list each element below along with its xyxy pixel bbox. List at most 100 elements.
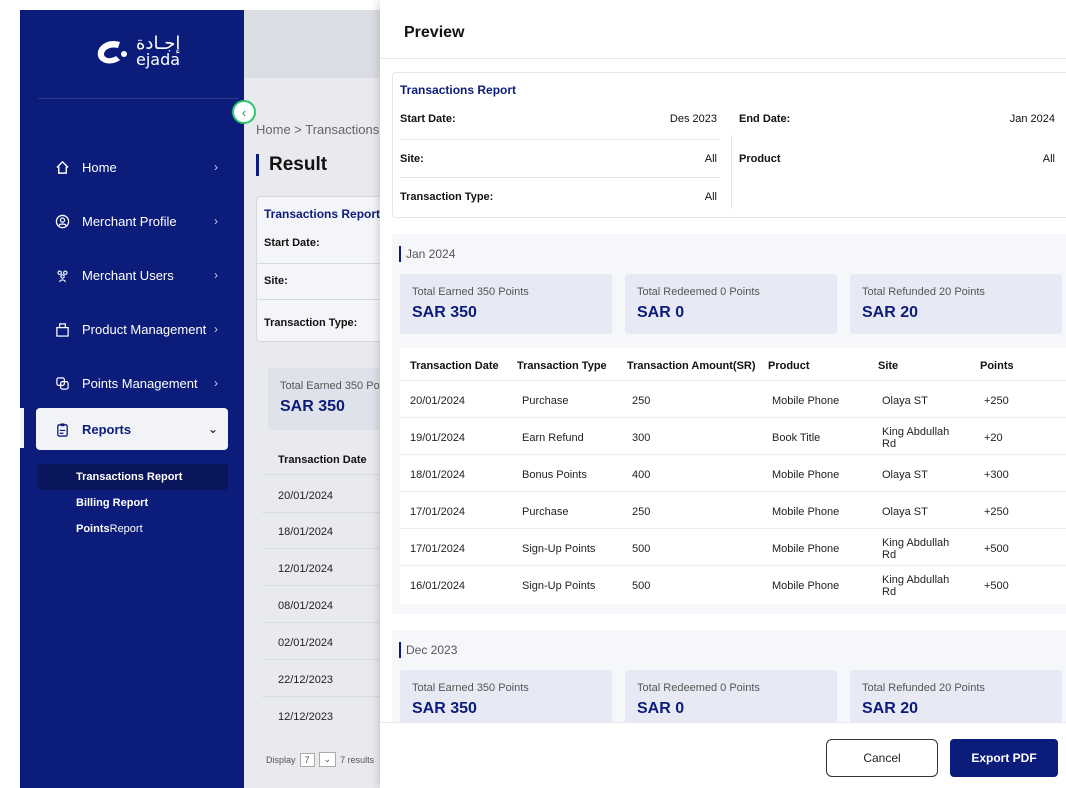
cell-product: Mobile Phone [772,580,840,592]
cell-type: Earn Refund [522,432,584,444]
end-date-label: End Date: [739,113,791,125]
col-header-points: Points [980,360,1014,372]
total-earned-card: Total Earned 350 Points SAR 350 [400,274,612,334]
sidebar-item-reports[interactable]: Reports ⌄ [36,408,228,450]
cancel-button[interactable]: Cancel [826,739,938,777]
col-header-amount: Transaction Amount(SR) [627,360,756,372]
export-pdf-button[interactable]: Export PDF [950,739,1058,777]
transaction-type-value: All [704,191,717,203]
sidebar-subitem-transactions-report[interactable]: Transactions Report [38,464,228,490]
col-header-date: Transaction Date [410,360,499,372]
month-section-jan-2024: Jan 2024 Total Earned 350 Points SAR 350… [392,234,1066,614]
col-header-product: Product [768,360,810,372]
top-bar [244,10,394,78]
total-refunded-card: Total Refunded 20 Points SAR 20 [850,670,1062,730]
pagination-display: Display 7 ⌄ 7 results [266,752,374,767]
refunded-value: SAR 20 [862,304,919,321]
sidebar-item-points-management[interactable]: Points Management › [36,362,228,404]
report-summary-card: Transactions Report Start Date: Des 2023… [392,72,1066,218]
table-row: 18/01/2024 [278,526,334,538]
cell-product: Mobile Phone [772,469,840,481]
month-label: Dec 2023 [399,642,457,658]
divider [400,139,720,140]
chevron-right-icon: › [214,376,218,390]
earned-label: Total Earned 350 Points [412,682,529,694]
sidebar-item-label: Home [82,159,117,175]
sidebar-item-label: Merchant Users [82,267,174,283]
preview-title: Preview [404,24,465,41]
row-divider [262,512,396,513]
ejada-logo-mark [97,40,127,64]
cell-date: 20/01/2024 [410,395,466,407]
points-icon [54,375,70,391]
divider [257,299,395,300]
product-label: Product [739,153,781,165]
cell-type: Purchase [522,395,569,407]
sidebar-divider [38,98,238,99]
page-size-value: 7 [304,754,310,765]
table-row: 08/01/2024 [278,600,334,612]
cell-points: +250 [984,506,1009,518]
cell-product: Book Title [772,432,821,444]
sidebar-item-merchant-profile[interactable]: Merchant Profile › [36,200,228,242]
table-row: 22/12/2023 [278,674,334,686]
cell-date: 17/01/2024 [410,506,466,518]
header-divider [380,58,1066,59]
row-divider [262,548,396,549]
sidebar-item-label: Reports [82,421,132,437]
month-label: Jan 2024 [399,246,455,262]
cell-product: Mobile Phone [772,395,840,407]
sidebar-item-product-management[interactable]: Product Management › [36,308,228,350]
cell-date: 18/01/2024 [410,469,466,481]
collapse-sidebar-button[interactable]: ‹ [232,100,256,124]
subitem-label: Transactions Report [76,471,183,483]
display-label: Display [266,754,296,765]
cell-amount: 250 [632,395,651,407]
sidebar: إجـادة ejada Home › Merchant Profile › M… [20,10,244,788]
sidebar-subitem-points-report[interactable]: Points Report [38,516,228,542]
divider [400,177,720,178]
refunded-label: Total Refunded 20 Points [862,682,985,694]
row-divider [400,380,1066,381]
card-title: Transactions Report [264,207,381,221]
cell-date: 19/01/2024 [410,432,466,444]
col-header-type: Transaction Type [517,360,607,372]
cell-site: Olaya ST [882,469,928,481]
cell-site: King Abdullah Rd [882,574,950,598]
start-date-label: Start Date: [264,237,320,249]
box-icon [54,321,70,337]
page-title: Result [256,154,327,176]
row-divider [262,696,396,697]
users-icon [54,267,70,283]
cell-points: +20 [984,432,1003,444]
row-divider [400,565,1066,566]
cell-type: Bonus Points [522,469,587,481]
page-size-select[interactable]: 7 [299,752,315,767]
row-divider [262,659,396,660]
sidebar-item-home[interactable]: Home › [36,146,228,188]
refunded-label: Total Refunded 20 Points [862,286,985,298]
profile-icon [54,213,70,229]
chevron-right-icon: › [214,268,218,282]
cell-points: +500 [984,543,1009,555]
cell-points: +300 [984,469,1009,481]
month-section-dec-2023: Dec 2023 Total Earned 350 Points SAR 350… [392,630,1066,730]
total-redeemed-card: Total Redeemed 0 Points SAR 0 [625,670,837,730]
ejada-logo: إجـادة ejada [90,32,180,72]
sidebar-item-merchant-users[interactable]: Merchant Users › [36,254,228,296]
cell-site: Olaya ST [882,395,928,407]
cell-date: 17/01/2024 [410,543,466,555]
table-row: 12/12/2023 [278,711,334,723]
redeemed-value: SAR 0 [637,700,685,717]
cell-type: Sign-Up Points [522,580,596,592]
reports-icon [54,421,70,437]
home-icon [54,159,70,175]
cell-points: +500 [984,580,1009,592]
redeemed-value: SAR 0 [637,304,685,321]
total-refunded-card: Total Refunded 20 Points SAR 20 [850,274,1062,334]
sidebar-subitem-billing-report[interactable]: Billing Report [38,490,228,516]
table-row: 20/01/2024 [278,490,334,502]
active-item-marker [20,408,24,448]
chevron-down-icon[interactable]: ⌄ [318,752,337,767]
subitem-label-light: Report [109,523,143,535]
